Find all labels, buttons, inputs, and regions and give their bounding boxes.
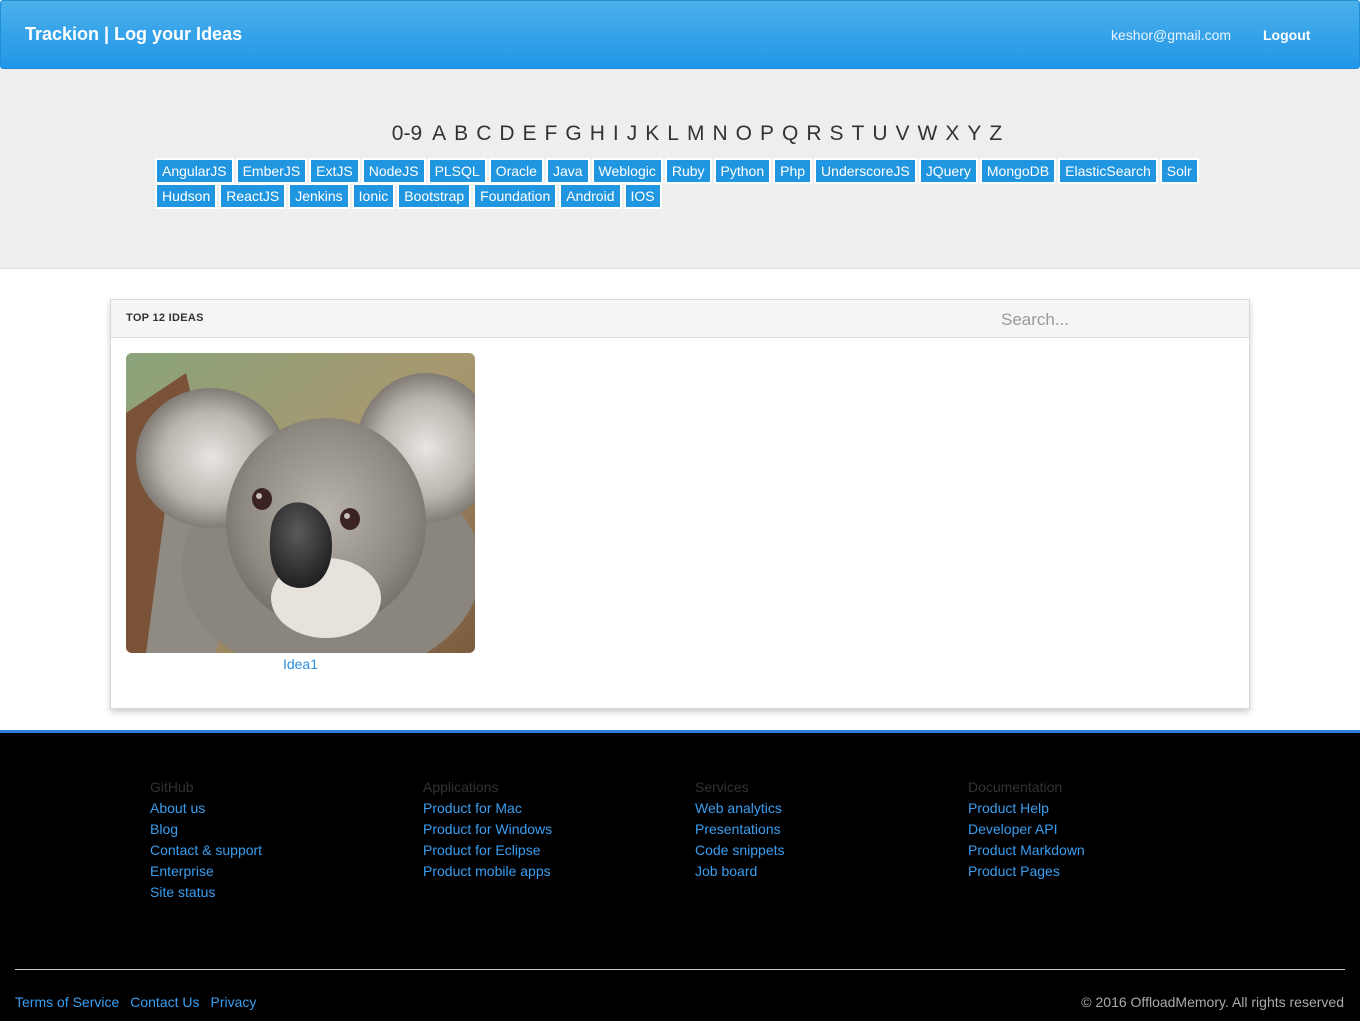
tag-jquery[interactable]: JQuery bbox=[920, 160, 976, 182]
tag-python[interactable]: Python bbox=[715, 160, 770, 182]
alphabet-letter-p[interactable]: P bbox=[760, 122, 774, 145]
top-navbar: Trackion | Log your Ideas keshor@gmail.c… bbox=[0, 0, 1360, 69]
footer-link-developer-api[interactable]: Developer API bbox=[968, 819, 1085, 840]
footer-link-job-board[interactable]: Job board bbox=[695, 861, 785, 882]
footer-link-product-mobile-apps[interactable]: Product mobile apps bbox=[423, 861, 552, 882]
footer-heading: GitHub bbox=[150, 779, 194, 795]
alphabet-letter-h[interactable]: H bbox=[590, 122, 605, 145]
footer-col-applications: Applications Product for Mac Product for W… bbox=[423, 777, 552, 882]
footer-bottom-links: Terms of Service Contact Us Privacy bbox=[15, 994, 267, 1010]
tag-weblogic[interactable]: Weblogic bbox=[593, 160, 661, 182]
filter-area: 0-9 A B C D E F G H I J K L M N O P Q R S T U V W X Y Z AngularJS E… bbox=[0, 69, 1360, 269]
alphabet-letter-q[interactable]: Q bbox=[782, 122, 798, 145]
tag-hudson[interactable]: Hudson bbox=[157, 185, 216, 207]
footer-heading: Applications bbox=[423, 779, 499, 795]
tag-nodejs[interactable]: NodeJS bbox=[363, 160, 424, 182]
footer-link-blog[interactable]: Blog bbox=[150, 819, 262, 840]
alphabet-filter: 0-9 A B C D E F G H I J K L M N O P Q R S T U V W X Y Z bbox=[0, 122, 1360, 146]
tag-ruby[interactable]: Ruby bbox=[666, 160, 710, 182]
alphabet-letter-0-9[interactable]: 0-9 bbox=[392, 122, 422, 145]
tag-cloud: AngularJS EmberJS ExtJS NodeJS PLSQL Oracle Ja… bbox=[157, 160, 1257, 210]
alphabet-letter-o[interactable]: O bbox=[736, 122, 752, 145]
tag-reactjs[interactable]: ReactJS bbox=[221, 185, 285, 207]
idea-card[interactable]: Idea1 bbox=[126, 353, 475, 672]
footer-heading: Documentation bbox=[968, 779, 1063, 795]
search-input[interactable] bbox=[1001, 307, 1221, 333]
tag-oracle[interactable]: Oracle bbox=[490, 160, 542, 182]
tag-elasticsearch[interactable]: ElasticSearch bbox=[1060, 160, 1156, 182]
tag-php[interactable]: Php bbox=[775, 160, 811, 182]
koala-photo[interactable] bbox=[126, 353, 475, 653]
tag-jenkins[interactable]: Jenkins bbox=[290, 185, 348, 207]
footer-link-about-us[interactable]: About us bbox=[150, 798, 262, 819]
tag-foundation[interactable]: Foundation bbox=[475, 185, 556, 207]
alphabet-letter-l[interactable]: L bbox=[667, 122, 679, 145]
alphabet-letter-n[interactable]: N bbox=[712, 122, 727, 145]
logout-button[interactable]: Logout bbox=[1263, 27, 1310, 43]
footer-link-product-for-mac[interactable]: Product for Mac bbox=[423, 798, 552, 819]
idea-title[interactable]: Idea1 bbox=[126, 656, 475, 672]
footer-link-presentations[interactable]: Presentations bbox=[695, 819, 785, 840]
footer-link-product-for-windows[interactable]: Product for Windows bbox=[423, 819, 552, 840]
alphabet-letter-m[interactable]: M bbox=[687, 122, 705, 145]
panel-title: TOP 12 IDEAS bbox=[126, 312, 204, 324]
tag-extjs[interactable]: ExtJS bbox=[311, 160, 358, 182]
tag-row-1: AngularJS EmberJS ExtJS NodeJS PLSQL Oracle Ja… bbox=[157, 160, 1257, 185]
footer-bottom-link-contact-us[interactable]: Contact Us bbox=[130, 994, 199, 1010]
alphabet-letter-d[interactable]: D bbox=[499, 122, 514, 145]
alphabet-letter-u[interactable]: U bbox=[872, 122, 887, 145]
tag-mongodb[interactable]: MongoDB bbox=[981, 160, 1055, 182]
footer-link-product-markdown[interactable]: Product Markdown bbox=[968, 840, 1085, 861]
tag-angularjs[interactable]: AngularJS bbox=[157, 160, 232, 182]
panel-header: TOP 12 IDEAS bbox=[111, 300, 1249, 338]
alphabet-letter-c[interactable]: C bbox=[476, 122, 491, 145]
tag-row-2: Hudson ReactJS Jenkins Ionic Bootstrap Founda… bbox=[157, 185, 1257, 210]
tag-bootstrap[interactable]: Bootstrap bbox=[399, 185, 470, 207]
alphabet-letter-g[interactable]: G bbox=[565, 122, 581, 145]
alphabet-letter-w[interactable]: W bbox=[918, 122, 938, 145]
tag-plsql[interactable]: PLSQL bbox=[429, 160, 485, 182]
alphabet-letter-i[interactable]: I bbox=[613, 122, 619, 145]
footer-link-product-help[interactable]: Product Help bbox=[968, 798, 1085, 819]
brand-title[interactable]: Trackion | Log your Ideas bbox=[25, 24, 242, 45]
footer-link-product-pages[interactable]: Product Pages bbox=[968, 861, 1085, 882]
footer-bottom-link-terms-of-service[interactable]: Terms of Service bbox=[15, 994, 119, 1010]
tag-ionic[interactable]: Ionic bbox=[353, 185, 394, 207]
tag-underscorejs[interactable]: UnderscoreJS bbox=[816, 160, 915, 182]
alphabet-letter-z[interactable]: Z bbox=[989, 122, 1002, 145]
ideas-panel: TOP 12 IDEAS Search... Idea1 bbox=[110, 299, 1250, 709]
footer-link-enterprise[interactable]: Enterprise bbox=[150, 861, 262, 882]
alphabet-letter-j[interactable]: J bbox=[627, 122, 638, 145]
footer-col-github: GitHub About us Blog Contact & support Enter… bbox=[150, 777, 262, 903]
alphabet-letter-a[interactable]: A bbox=[432, 122, 446, 145]
tag-emberjs[interactable]: EmberJS bbox=[237, 160, 306, 182]
alphabet-letter-e[interactable]: E bbox=[523, 122, 537, 145]
copyright: © 2016 OffloadMemory. All rights reserve… bbox=[1081, 994, 1344, 1010]
footer-link-contact-support[interactable]: Contact & support bbox=[150, 840, 262, 861]
footer: GitHub About us Blog Contact & support Enter… bbox=[0, 730, 1360, 1021]
tag-android[interactable]: Android bbox=[561, 185, 620, 207]
footer-divider bbox=[15, 969, 1345, 970]
footer-col-services: Services Web analytics Presentations Code s… bbox=[695, 777, 785, 882]
alphabet-letter-b[interactable]: B bbox=[454, 122, 468, 145]
footer-link-site-status[interactable]: Site status bbox=[150, 882, 262, 903]
footer-link-web-analytics[interactable]: Web analytics bbox=[695, 798, 785, 819]
footer-link-product-for-eclipse[interactable]: Product for Eclipse bbox=[423, 840, 552, 861]
alphabet-letter-v[interactable]: V bbox=[896, 122, 910, 145]
alphabet-letter-t[interactable]: T bbox=[852, 122, 865, 145]
tag-solr[interactable]: Solr bbox=[1161, 160, 1197, 182]
tag-ios[interactable]: IOS bbox=[625, 185, 660, 207]
footer-col-documentation: Documentation Product Help Developer API Pr… bbox=[968, 777, 1085, 882]
alphabet-letter-s[interactable]: S bbox=[829, 122, 843, 145]
alphabet-letter-r[interactable]: R bbox=[806, 122, 821, 145]
user-email[interactable]: keshor@gmail.com bbox=[1111, 27, 1231, 43]
alphabet-letter-y[interactable]: Y bbox=[967, 122, 981, 145]
footer-bottom-link-privacy[interactable]: Privacy bbox=[211, 994, 257, 1010]
alphabet-letter-f[interactable]: F bbox=[545, 122, 558, 145]
alphabet-letter-x[interactable]: X bbox=[945, 122, 959, 145]
footer-link-code-snippets[interactable]: Code snippets bbox=[695, 840, 785, 861]
footer-heading: Services bbox=[695, 779, 749, 795]
alphabet-letter-k[interactable]: K bbox=[645, 122, 659, 145]
tag-java[interactable]: Java bbox=[547, 160, 588, 182]
